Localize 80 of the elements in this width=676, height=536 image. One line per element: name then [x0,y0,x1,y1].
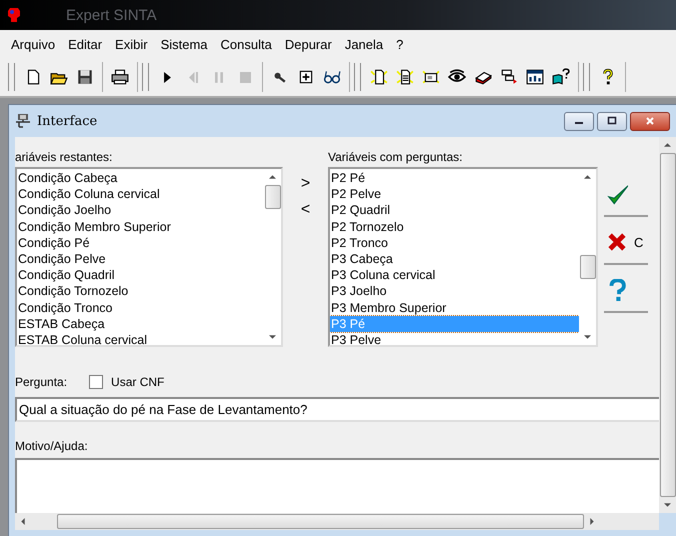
stop-icon [240,72,250,82]
list-item[interactable]: Condição Joelho [17,202,264,219]
checkbox-label[interactable]: Usar CNF [111,374,164,389]
question-label: Pergunta: [15,374,68,391]
scroll-down-icon[interactable] [269,335,276,339]
minimize-button[interactable] [564,112,594,130]
scroll-thumb[interactable] [264,185,280,209]
list-item[interactable]: P3 Cabeça [330,250,579,268]
reason-field[interactable] [15,458,659,513]
list-item[interactable]: Condição Pé [17,234,264,251]
save-icon [76,68,94,86]
question-field[interactable]: Qual a situação do pé na Fase de Levantamento? [15,396,659,422]
list-item[interactable]: P3 Coluna cervical [330,267,579,284]
toolbar-grip[interactable] [142,63,149,91]
close-icon [645,116,655,126]
list-item[interactable]: Condição Quadril [17,267,264,284]
scroll-up-icon[interactable] [584,175,591,179]
printer-icon [111,68,129,86]
list-item[interactable]: P2 Pé [330,170,579,186]
checkbox[interactable] [89,374,104,389]
list-item[interactable]: Condição Tornozelo [17,283,264,300]
chart-window-icon [526,68,544,86]
app-logo-icon [6,6,22,24]
list-item[interactable]: Condição Cabeça [17,170,264,186]
play-icon [164,72,170,82]
menu-item[interactable]: Exibir [110,36,156,52]
list-item[interactable]: P2 Pelve [330,186,579,202]
list-item[interactable]: Condição Membro Superior [17,218,264,235]
scroll-down-icon[interactable] [584,335,591,339]
menu-item[interactable]: Consulta [216,36,280,52]
list-item[interactable]: P3 Membro Superior [330,300,579,316]
menu-item[interactable]: Janela [340,36,392,52]
move-button[interactable]: > [296,173,316,195]
toolbar-grip[interactable] [354,63,361,91]
list-label: Variáveis com perguntas: [328,149,464,166]
toolbar-grip[interactable] [8,63,15,91]
menu-item[interactable]: Sistema [156,36,216,52]
menu-item[interactable]: Editar [63,36,110,52]
list-item[interactable]: Condição Coluna cervical [17,186,264,202]
scroll-right-icon[interactable] [590,518,594,525]
list-item[interactable]: P2 Tronco [330,234,579,251]
horizontal-scrollbar[interactable] [15,513,659,530]
scroll-thumb[interactable] [580,255,596,279]
list-item[interactable]: ESTAB Coluna cervical [17,332,264,345]
cross-icon [606,231,628,253]
pause-icon [215,72,223,82]
book-help-icon [552,68,570,86]
list-item[interactable]: P2 Tornozelo [330,218,579,235]
list-item[interactable]: P2 Quadril [330,202,579,219]
sparkle-document-icon [370,68,388,86]
list-item[interactable]: ESTAB Cabeça [17,316,264,332]
reason-label: Motivo/Ajuda: [15,438,89,456]
list-label: ariáveis restantes: [15,149,114,166]
sparkle-card-icon [422,68,440,86]
restore-icon [607,116,617,126]
list-item[interactable]: Condição Tronco [17,300,264,316]
menu-item[interactable]: Depurar [280,36,340,52]
scroll-up-icon[interactable] [269,175,276,179]
network-icon [15,113,31,129]
list-item[interactable]: Condição Pelve [17,250,264,268]
move-button[interactable]: < [296,199,316,221]
sparkle-document-icon [396,68,414,86]
step-back-icon [188,72,198,82]
plus-box-icon [297,68,315,86]
list-item[interactable]: P3 Pelve [330,332,579,345]
maximize-button[interactable] [597,112,627,130]
probe-icon [274,72,286,82]
scroll-down-icon[interactable] [664,503,671,507]
window-arrow-icon [500,68,518,86]
menu-item[interactable]: Arquivo [6,36,64,52]
menu-item[interactable]: ? [391,36,412,52]
scroll-thumb[interactable] [57,514,584,529]
toolbar-grip[interactable] [583,63,590,91]
scroll-left-icon[interactable] [21,518,25,525]
window-title: Expert SINTA [66,6,157,24]
child-window-title: Interface [37,114,98,128]
close-button[interactable] [630,112,670,130]
checkmark-icon [606,183,628,205]
list-item[interactable]: P3 Joelho [330,283,579,300]
scroll-up-icon[interactable] [664,143,671,147]
